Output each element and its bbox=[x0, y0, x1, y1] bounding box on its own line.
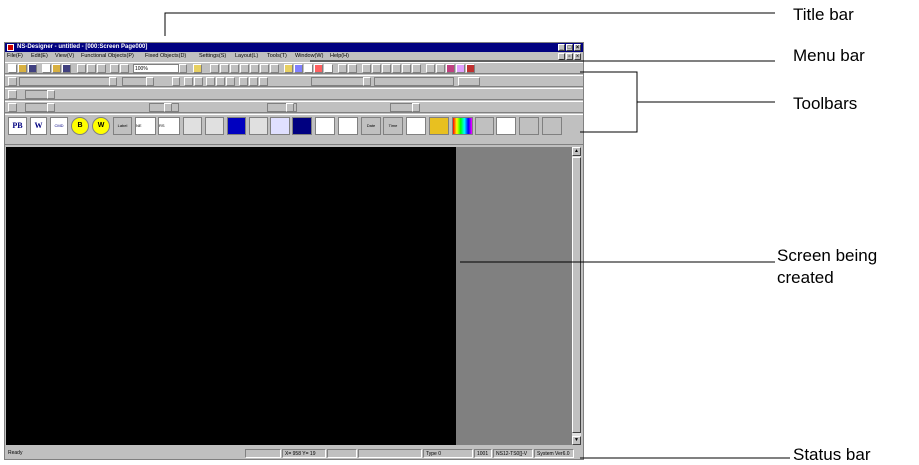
callout-screen-line1: Screen being bbox=[777, 246, 878, 265]
callout-toolbars: Toolbars bbox=[793, 94, 858, 113]
callout-screen-line2: created bbox=[777, 268, 834, 287]
callout-status-bar: Status bar bbox=[793, 445, 871, 464]
callout-title-bar: Title bar bbox=[793, 5, 854, 24]
callout-menu-bar: Menu bar bbox=[793, 46, 865, 65]
callout-lines bbox=[164, 12, 790, 459]
